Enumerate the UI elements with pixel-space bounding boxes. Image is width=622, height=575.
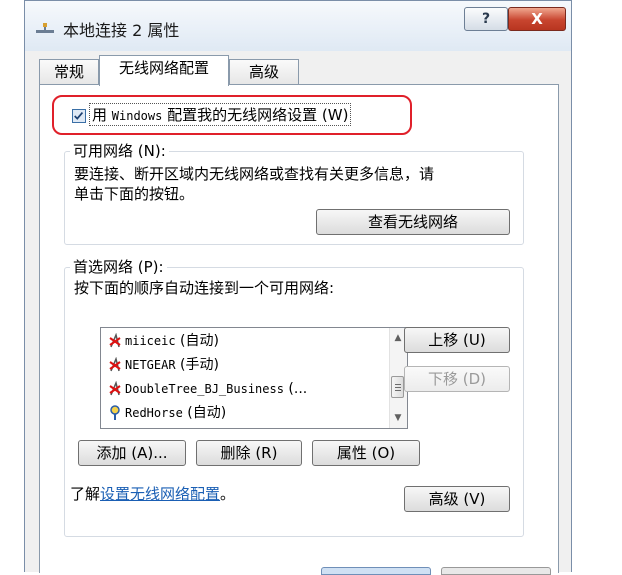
properties-button[interactable]: 属性 (O) (312, 440, 420, 466)
network-name: miiceic (125, 334, 176, 348)
title-bar: 本地连接 2 属性 ? X (25, 1, 571, 51)
use-windows-checkbox[interactable] (72, 109, 86, 123)
window-title: 本地连接 2 属性 (63, 21, 180, 40)
learn-prefix: 了解 (70, 485, 101, 503)
tab-advanced[interactable]: 高级 (229, 59, 299, 85)
available-networks-label: 可用网络 (N): (70, 140, 169, 161)
preferred-networks-list[interactable]: miiceic (自动) NETGEAR (手动) DoubleTree_BJ_… (100, 327, 408, 429)
wireless-config-link[interactable]: 设置无线网络配置 (100, 485, 220, 503)
list-item[interactable]: RedHorse (自动) (107, 402, 226, 424)
list-item[interactable]: miiceic (自动) (107, 330, 219, 352)
network-mode: (自动) (180, 333, 219, 349)
view-wireless-networks-button[interactable]: 查看无线网络 (316, 209, 510, 235)
help-button[interactable]: ? (464, 7, 508, 31)
network-mode: (手动) (180, 357, 219, 373)
cancel-button-edge[interactable] (441, 567, 551, 575)
label-windows: Windows (111, 109, 163, 123)
list-item[interactable]: DoubleTree_BJ_Business (... (107, 378, 307, 400)
label-suffix: 配置我的无线网络设置 (W) (162, 106, 349, 124)
add-button[interactable]: 添加 (A)... (78, 440, 186, 466)
network-name: DoubleTree_BJ_Business (125, 382, 284, 396)
available-desc-line1: 要连接、断开区域内无线网络或查找有关更多信息，请 (74, 165, 435, 183)
network-name: NETGEAR (125, 358, 176, 372)
scroll-down-arrow-icon[interactable]: ▼ (390, 410, 406, 426)
network-disconnected-icon (109, 333, 121, 348)
list-item[interactable]: NETGEAR (手动) (107, 354, 219, 376)
network-connection-icon (36, 23, 54, 33)
move-up-button[interactable]: 上移 (U) (404, 327, 510, 353)
label-prefix: 用 (92, 106, 112, 124)
network-disconnected-icon (109, 357, 121, 372)
preferred-networks-label: 首选网络 (P): (70, 256, 167, 277)
move-down-button[interactable]: 下移 (D) (404, 366, 510, 392)
available-desc-line2: 单击下面的按钮。 (74, 185, 195, 203)
remove-button[interactable]: 删除 (R) (196, 440, 302, 466)
preferred-desc: 按下面的顺序自动连接到一个可用网络: (74, 279, 335, 297)
use-windows-label[interactable]: 用 Windows 配置我的无线网络设置 (W) (88, 103, 352, 126)
learn-suffix: 。 (220, 485, 236, 503)
tab-wireless-config[interactable]: 无线网络配置 (99, 55, 229, 86)
tab-panel: 用 Windows 配置我的无线网络设置 (W) 可用网络 (N): 要连接、断… (39, 84, 559, 573)
network-mode: (自动) (187, 405, 227, 421)
learn-more-line: 了解设置无线网络配置。 (70, 483, 235, 504)
network-disconnected-icon (109, 381, 121, 396)
network-connected-icon (110, 405, 120, 420)
advanced-button[interactable]: 高级 (V) (404, 486, 510, 512)
scroll-thumb[interactable] (391, 376, 404, 398)
network-mode: (... (288, 381, 308, 397)
tab-strip: 常规 无线网络配置 高级 (39, 55, 559, 86)
properties-dialog: 本地连接 2 属性 ? X 常规 无线网络配置 高级 用 Windows 配置我… (24, 0, 572, 575)
close-button[interactable]: X (508, 7, 566, 31)
checkmark-icon (74, 112, 84, 120)
network-name: RedHorse (125, 406, 183, 420)
tab-general[interactable]: 常规 (39, 59, 99, 85)
ok-button-edge[interactable] (321, 567, 431, 575)
